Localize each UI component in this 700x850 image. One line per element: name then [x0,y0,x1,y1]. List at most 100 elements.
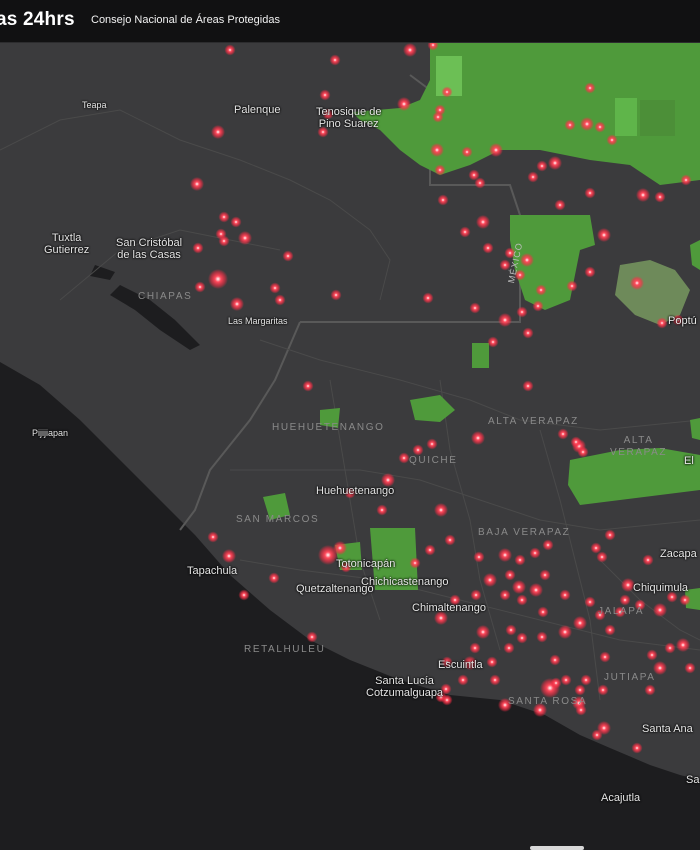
fire-hotspot[interactable] [471,431,485,445]
fire-hotspot[interactable] [476,215,490,229]
fire-hotspot[interactable] [208,269,228,289]
fire-hotspot[interactable] [503,642,515,654]
fire-hotspot[interactable] [636,188,650,202]
fire-hotspot[interactable] [535,284,547,296]
fire-hotspot[interactable] [306,631,318,643]
fire-hotspot[interactable] [218,211,230,223]
fire-hotspot[interactable] [486,656,498,668]
fire-hotspot[interactable] [539,569,551,581]
fire-hotspot[interactable] [230,216,242,228]
map-view[interactable]: Teapa Palenque Tenosique de Pino Suarez … [0,42,700,850]
fire-hotspot[interactable] [580,674,592,686]
fire-hotspot[interactable] [679,594,691,606]
fire-hotspot[interactable] [470,589,482,601]
fire-hotspot[interactable] [550,677,562,689]
fire-hotspot[interactable] [207,531,219,543]
fire-hotspot[interactable] [487,336,499,348]
fire-hotspot[interactable] [580,117,594,131]
fire-hotspot[interactable] [499,589,511,601]
fire-hotspot[interactable] [398,452,410,464]
fire-hotspot[interactable] [468,169,480,181]
fire-hotspot[interactable] [516,594,528,606]
fire-hotspot[interactable] [564,119,576,131]
fire-hotspot[interactable] [536,631,548,643]
fire-hotspot[interactable] [584,82,596,94]
fire-hotspot[interactable] [653,603,667,617]
fire-hotspot[interactable] [403,43,417,57]
fire-hotspot[interactable] [664,642,676,654]
fire-hotspot[interactable] [426,438,438,450]
fire-hotspot[interactable] [574,684,586,696]
fire-hotspot[interactable] [230,297,244,311]
fire-hotspot[interactable] [527,171,539,183]
fire-hotspot[interactable] [558,625,572,639]
fire-hotspot[interactable] [222,549,236,563]
fire-hotspot[interactable] [520,253,534,267]
fire-hotspot[interactable] [238,589,250,601]
fire-hotspot[interactable] [560,674,572,686]
fire-hotspot[interactable] [444,534,456,546]
fire-hotspot[interactable] [537,606,549,618]
fire-hotspot[interactable] [441,694,453,706]
fire-hotspot[interactable] [604,624,616,636]
fire-hotspot[interactable] [473,551,485,563]
fire-hotspot[interactable] [566,280,578,292]
fire-hotspot[interactable] [441,86,453,98]
fire-hotspot[interactable] [432,111,444,123]
fire-hotspot[interactable] [397,97,411,111]
fire-hotspot[interactable] [606,134,618,146]
fire-hotspot[interactable] [590,542,602,554]
fire-hotspot[interactable] [192,242,204,254]
fire-hotspot[interactable] [584,596,596,608]
fire-hotspot[interactable] [424,544,436,556]
fire-hotspot[interactable] [318,545,338,565]
fire-hotspot[interactable] [557,428,569,440]
fire-hotspot[interactable] [269,282,281,294]
fire-hotspot[interactable] [319,89,331,101]
fire-hotspot[interactable] [676,638,690,652]
fire-hotspot[interactable] [522,380,534,392]
fire-hotspot[interactable] [211,125,225,139]
fire-hotspot[interactable] [548,156,562,170]
fire-hotspot[interactable] [218,235,230,247]
fire-hotspot[interactable] [516,632,528,644]
fire-hotspot[interactable] [268,572,280,584]
fire-hotspot[interactable] [680,174,692,186]
fire-hotspot[interactable] [570,436,582,448]
fire-hotspot[interactable] [654,191,666,203]
fire-hotspot[interactable] [522,327,534,339]
fire-hotspot[interactable] [594,121,606,133]
fire-hotspot[interactable] [549,654,561,666]
fire-hotspot[interactable] [194,281,206,293]
fire-hotspot[interactable] [504,569,516,581]
fire-hotspot[interactable] [631,742,643,754]
fire-hotspot[interactable] [516,306,528,318]
fire-hotspot[interactable] [329,54,341,66]
fire-hotspot[interactable] [469,642,481,654]
fire-hotspot[interactable] [476,625,490,639]
fire-hotspot[interactable] [599,651,611,663]
fire-hotspot[interactable] [274,294,286,306]
fire-hotspot[interactable] [302,380,314,392]
fire-hotspot[interactable] [190,177,204,191]
fire-hotspot[interactable] [596,551,608,563]
fire-hotspot[interactable] [461,146,473,158]
fire-hotspot[interactable] [577,446,589,458]
fire-hotspot[interactable] [498,313,512,327]
fire-hotspot[interactable] [584,187,596,199]
fire-hotspot[interactable] [376,504,388,516]
fire-hotspot[interactable] [422,292,434,304]
fire-hotspot[interactable] [498,548,512,562]
fire-hotspot[interactable] [630,276,644,290]
fire-hotspot[interactable] [554,199,566,211]
fire-hotspot[interactable] [434,503,448,517]
fire-hotspot[interactable] [505,624,517,636]
fire-hotspot[interactable] [514,554,526,566]
fire-hotspot[interactable] [604,529,616,541]
fire-hotspot[interactable] [529,547,541,559]
fire-hotspot[interactable] [646,649,658,661]
fire-hotspot[interactable] [489,674,501,686]
fire-hotspot[interactable] [412,444,424,456]
fire-hotspot[interactable] [282,250,294,262]
fire-hotspot[interactable] [573,616,587,630]
